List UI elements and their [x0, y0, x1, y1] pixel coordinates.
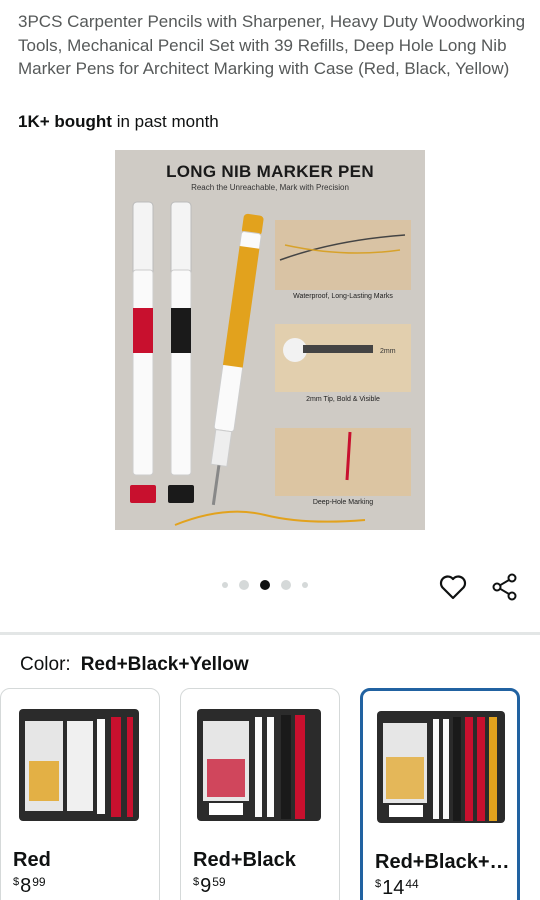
section-divider: [0, 632, 540, 635]
share-icon: [492, 573, 517, 601]
variant-price-dollars: 14: [382, 877, 405, 899]
variant-price-cents: 99: [32, 875, 46, 889]
variant-name: Red+Black: [193, 849, 296, 871]
carousel-dot[interactable]: [302, 582, 308, 588]
carousel-dots: [222, 580, 308, 590]
heart-icon: [439, 575, 467, 600]
bought-count-bold: 1K+ bought: [18, 112, 112, 131]
variant-thumbnail: [377, 711, 505, 823]
wishlist-button[interactable]: [438, 572, 468, 602]
variant-thumbnail: [19, 709, 139, 821]
share-button[interactable]: [490, 572, 520, 602]
bought-count: 1K+ bought in past month: [18, 112, 219, 132]
color-selector-label: Color: Red+Black+Yellow: [20, 654, 249, 676]
variant-card-red-black-yellow[interactable]: Red+Black+Yellow $1444: [360, 688, 520, 900]
variant-price-currency: $: [375, 878, 382, 890]
variant-price-dollars: 8: [20, 875, 32, 897]
hero-subheading: Reach the Unreachable, Mark with Precisi…: [191, 183, 349, 192]
variant-price-cents: 44: [405, 877, 419, 891]
product-title: 3PCS Carpenter Pencils with Sharpener, H…: [18, 12, 526, 78]
variant-thumbnail: [197, 709, 321, 821]
carousel-dot[interactable]: [222, 582, 228, 588]
variant-price: $1444: [375, 877, 419, 900]
product-image[interactable]: LONG NIB MARKER PEN Reach the Unreachabl…: [115, 150, 425, 530]
variant-name: Red+Black+Yellow: [375, 851, 510, 873]
caption-tip: 2mm Tip, Bold & Visible: [306, 396, 380, 403]
caption-deep-hole: Deep-Hole Marking: [312, 499, 374, 506]
carousel-dot-active[interactable]: [260, 580, 270, 590]
caption-waterproof: Waterproof, Long-Lasting Marks: [293, 293, 393, 300]
variant-card-red-black[interactable]: Red+Black $959: [180, 688, 340, 900]
variant-name: Red: [13, 849, 51, 871]
variant-price-currency: $: [193, 876, 200, 888]
hero-heading: LONG NIB MARKER PEN: [166, 162, 374, 181]
variant-price-cents: 59: [212, 875, 226, 889]
variant-card-red[interactable]: Red $899: [0, 688, 160, 900]
carousel-dot[interactable]: [281, 580, 291, 590]
variant-price: $899: [13, 875, 46, 898]
tip-size-label: 2mm: [380, 348, 396, 355]
color-selected-value: Red+Black+Yellow: [80, 654, 249, 675]
variant-price-currency: $: [13, 876, 20, 888]
variant-price: $959: [193, 875, 226, 898]
product-image-art: [130, 201, 411, 526]
carousel-dot[interactable]: [239, 580, 249, 590]
variant-price-dollars: 9: [200, 875, 212, 897]
color-label: Color:: [20, 654, 71, 675]
bought-count-suffix: in past month: [111, 112, 219, 131]
